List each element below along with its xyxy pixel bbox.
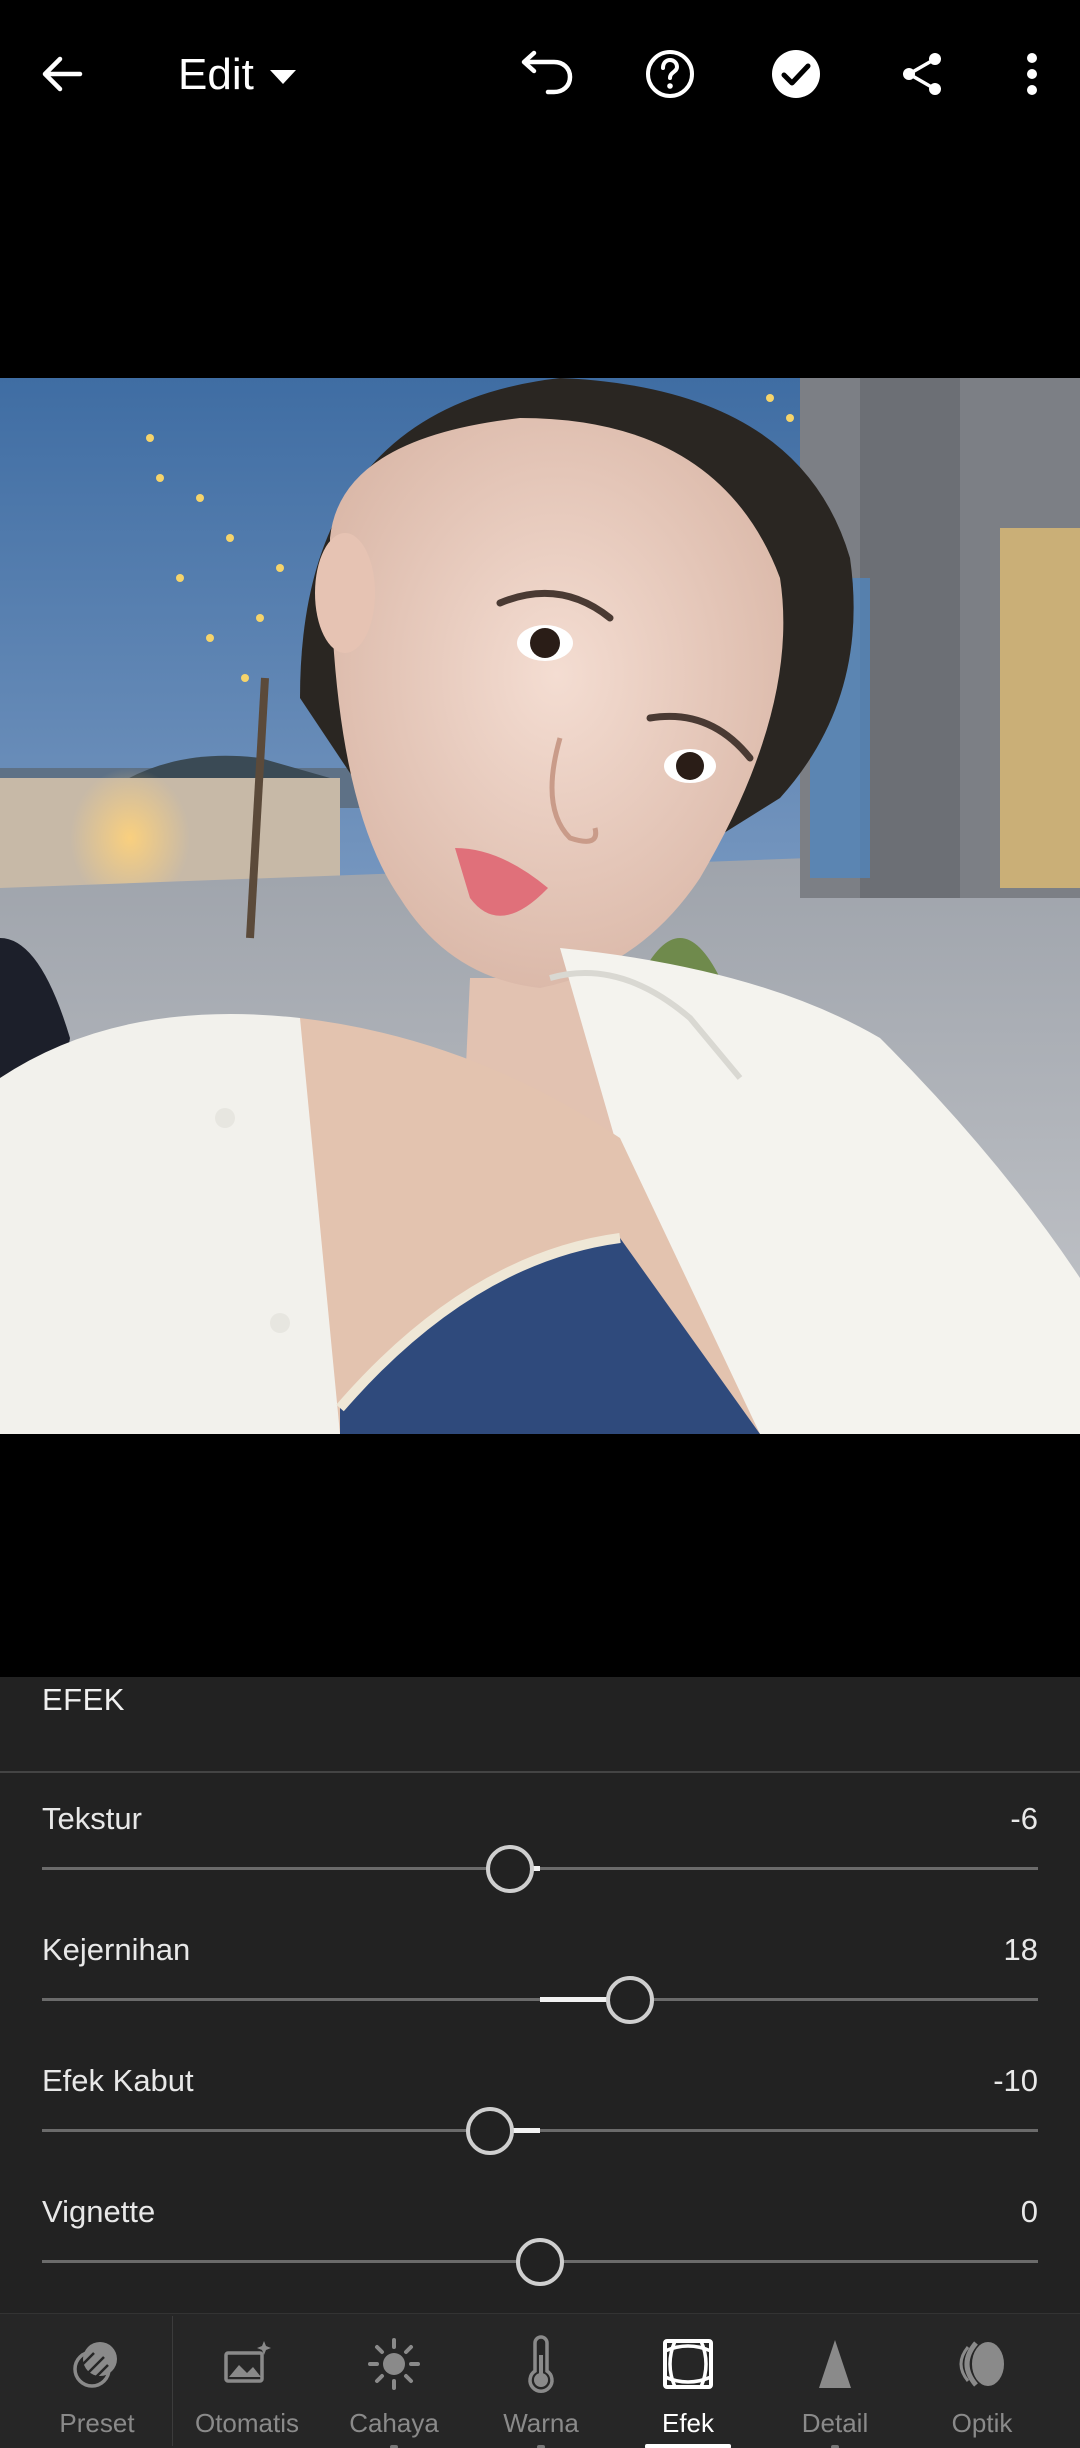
slider-efek-kabut[interactable]: Efek Kabut -10 bbox=[42, 2063, 1038, 2173]
nav-efek[interactable]: Efek bbox=[618, 2314, 758, 2448]
auto-icon bbox=[217, 2334, 277, 2394]
nav-optik[interactable]: Optik bbox=[912, 2314, 1052, 2448]
slider-tekstur[interactable]: Tekstur -6 bbox=[42, 1801, 1038, 1911]
nav-label: Preset bbox=[59, 2408, 135, 2438]
thermometer-icon bbox=[511, 2334, 571, 2394]
nav-warna[interactable]: Warna bbox=[471, 2314, 611, 2448]
slider-label: Efek Kabut bbox=[42, 2063, 194, 2098]
share-icon[interactable] bbox=[886, 38, 958, 110]
nav-preset[interactable]: Preset bbox=[27, 2314, 167, 2448]
optics-lens-icon bbox=[952, 2334, 1012, 2394]
slider-label: Kejernihan bbox=[42, 1932, 191, 1967]
slider-vignette[interactable]: Vignette 0 bbox=[42, 2194, 1038, 2304]
divider bbox=[0, 1771, 1080, 1773]
panel-title: EFEK bbox=[42, 1682, 125, 1717]
nav-label: Detail bbox=[801, 2408, 869, 2438]
slider-value: 18 bbox=[1003, 1932, 1038, 1967]
effects-panel: EFEK Tekstur -6 Kejernihan 18 Efek Kabut… bbox=[0, 1677, 1080, 2313]
nav-cahaya[interactable]: Cahaya bbox=[324, 2314, 464, 2448]
nav-label: Otomatis bbox=[194, 2408, 300, 2438]
nav-label: Warna bbox=[503, 2408, 579, 2438]
nav-separator bbox=[172, 2316, 173, 2446]
slider-value: -6 bbox=[1010, 1801, 1038, 1836]
nav-detail[interactable]: Detail bbox=[765, 2314, 905, 2448]
slider-track[interactable] bbox=[42, 2129, 1038, 2132]
help-icon[interactable] bbox=[634, 38, 706, 110]
effects-icon bbox=[658, 2334, 718, 2394]
slider-thumb[interactable] bbox=[486, 1845, 535, 1893]
detail-triangle-icon bbox=[805, 2334, 865, 2394]
slider-thumb[interactable] bbox=[516, 2238, 564, 2286]
slider-kejernihan[interactable]: Kejernihan 18 bbox=[42, 1932, 1038, 2042]
bottom-tool-nav: Preset Otomatis Cahaya Warna Efek Detail bbox=[0, 2313, 1080, 2448]
nav-label: Cahaya bbox=[349, 2408, 439, 2438]
slider-label: Vignette bbox=[42, 2194, 156, 2229]
slider-thumb[interactable] bbox=[466, 2107, 515, 2155]
slider-track[interactable] bbox=[42, 1867, 1038, 1870]
light-sun-icon bbox=[364, 2334, 424, 2394]
slider-thumb[interactable] bbox=[605, 1976, 654, 2024]
preset-icon bbox=[67, 2334, 127, 2394]
undo-icon[interactable] bbox=[508, 38, 580, 110]
more-vert-icon[interactable] bbox=[996, 38, 1068, 110]
nav-label: Optik bbox=[951, 2408, 1013, 2438]
slider-label: Tekstur bbox=[42, 1801, 142, 1836]
back-arrow-icon[interactable] bbox=[26, 38, 98, 110]
edit-mode-dropdown[interactable]: Edit bbox=[178, 40, 296, 110]
active-tab-indicator bbox=[645, 2444, 731, 2448]
checkmark-icon[interactable] bbox=[760, 38, 832, 110]
edit-label: Edit bbox=[178, 50, 254, 99]
top-bar: Edit bbox=[0, 0, 1080, 150]
photo-canvas[interactable] bbox=[0, 378, 1080, 1434]
slider-value: -10 bbox=[993, 2063, 1038, 2098]
nav-otomatis[interactable]: Otomatis bbox=[177, 2314, 317, 2448]
slider-value: 0 bbox=[1020, 2194, 1038, 2229]
chevron-down-icon bbox=[269, 70, 296, 84]
nav-label: Efek bbox=[661, 2408, 715, 2438]
